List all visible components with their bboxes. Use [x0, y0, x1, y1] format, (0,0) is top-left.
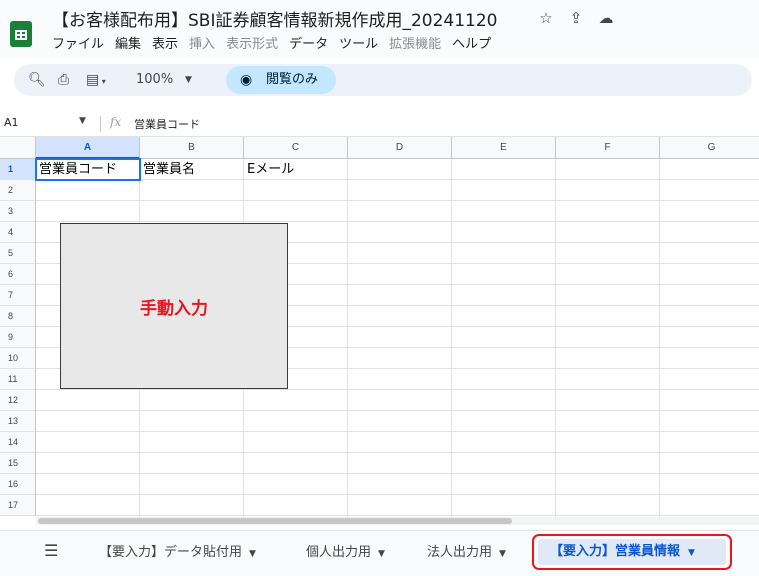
row-header-5[interactable]: 5 — [0, 243, 36, 264]
menu-bar: ファイル 編集 表示 挿入 表示形式 データ ツール 拡張機能 ヘルプ — [52, 33, 502, 52]
chevron-down-icon[interactable]: ▼ — [185, 64, 192, 96]
row-header-13[interactable]: 13 — [0, 411, 36, 432]
sheets-logo-icon[interactable] — [10, 21, 32, 47]
row-header-2[interactable]: 2 — [0, 180, 36, 201]
name-box-dropdown-icon[interactable]: ▼ — [79, 116, 86, 126]
formula-bar: A1 ▼ fx 営業員コード — [0, 111, 759, 137]
sheet-tab-individual[interactable]: 個人出力用 ▼ — [306, 541, 385, 565]
move-to-drive-icon[interactable]: ⇪ — [567, 9, 585, 27]
manual-input-shape[interactable]: 手動入力 — [60, 223, 288, 389]
document-title[interactable]: 【お客様配布用】SBI証券顧客情報新規作成用_20241120 — [52, 6, 498, 31]
search-icon[interactable]: 🔍︎ — [28, 64, 46, 96]
row-header-12[interactable]: 12 — [0, 390, 36, 411]
menu-tools[interactable]: ツール — [339, 33, 378, 52]
selected-cell-outline — [35, 158, 141, 181]
eye-icon: ◉ — [240, 72, 253, 88]
column-header-d[interactable]: D — [348, 137, 452, 159]
row-header-4[interactable]: 4 — [0, 222, 36, 243]
row-header-8[interactable]: 8 — [0, 306, 36, 327]
title-bar: 【お客様配布用】SBI証券顧客情報新規作成用_20241120 ☆ ⇪ ☁ ファ… — [0, 0, 759, 58]
menu-data[interactable]: データ — [289, 33, 328, 52]
star-icon[interactable]: ☆ — [537, 9, 555, 27]
menu-file[interactable]: ファイル — [52, 33, 104, 52]
column-header-c[interactable]: C — [244, 137, 348, 159]
horizontal-scrollbar[interactable] — [36, 517, 759, 525]
active-tab-highlight: 【要入力】営業員情報 ▼ — [532, 534, 732, 570]
sheet-tab-label: 【要入力】データ貼付用 — [99, 545, 243, 560]
name-box[interactable]: A1 — [4, 116, 19, 129]
sheet-tab-label: 個人出力用 — [306, 545, 372, 560]
menu-insert[interactable]: 挿入 — [189, 33, 215, 52]
all-sheets-menu-icon[interactable]: ☰ — [44, 541, 58, 560]
row-header-16[interactable]: 16 — [0, 474, 36, 495]
menu-extensions[interactable]: 拡張機能 — [389, 33, 441, 52]
row-header-7[interactable]: 7 — [0, 285, 36, 306]
row-header-3[interactable]: 3 — [0, 201, 36, 222]
menu-help[interactable]: ヘルプ — [452, 33, 491, 52]
row-header-1[interactable]: 1 — [0, 159, 36, 180]
sheet-tab-label: 【要入力】営業員情報 — [550, 544, 681, 559]
scrollbar-thumb[interactable] — [38, 518, 512, 524]
paint-format-icon[interactable]: ▤ ▾ — [86, 64, 106, 96]
chevron-down-icon[interactable]: ▼ — [378, 549, 385, 559]
fx-icon: fx — [110, 115, 122, 129]
menu-edit[interactable]: 編集 — [115, 33, 141, 52]
row-header-11[interactable]: 11 — [0, 369, 36, 390]
row-header-6[interactable]: 6 — [0, 264, 36, 285]
column-header-f[interactable]: F — [556, 137, 660, 159]
shape-label: 手動入力 — [140, 298, 208, 319]
chevron-down-icon[interactable]: ▼ — [688, 548, 695, 558]
zoom-select[interactable]: 100% — [136, 64, 173, 96]
spreadsheet-grid[interactable]: A B C D E F G 1 2 3 4 5 6 7 8 9 10 11 12… — [0, 137, 759, 525]
cell-b1[interactable]: 営業員名 — [140, 159, 195, 180]
view-only-button[interactable]: ◉ 閲覧のみ — [226, 66, 336, 94]
row-header-9[interactable]: 9 — [0, 327, 36, 348]
toolbar: 🔍︎ ⎙ ▤ ▾ 100% ▼ ◉ 閲覧のみ — [14, 64, 752, 96]
sheet-tab-label: 法人出力用 — [427, 545, 493, 560]
menu-format[interactable]: 表示形式 — [226, 33, 278, 52]
row-header-15[interactable]: 15 — [0, 453, 36, 474]
print-icon[interactable]: ⎙ — [58, 64, 69, 96]
view-only-label: 閲覧のみ — [266, 72, 319, 87]
sheet-tabs-bar: ☰ 【要入力】データ貼付用 ▼ 個人出力用 ▼ 法人出力用 ▼ 【要入力】営業員情報 ▼ — [0, 530, 759, 576]
cell-c1[interactable]: Eメール — [244, 159, 294, 180]
column-header-a[interactable]: A — [36, 137, 140, 159]
column-header-e[interactable]: E — [452, 137, 556, 159]
cloud-status-icon[interactable]: ☁ — [597, 9, 615, 27]
select-all-corner[interactable] — [0, 137, 36, 159]
row-header-14[interactable]: 14 — [0, 432, 36, 453]
sheet-tab-sales-staff[interactable]: 【要入力】営業員情報 ▼ — [538, 539, 726, 565]
menu-view[interactable]: 表示 — [152, 33, 178, 52]
formula-input[interactable]: 営業員コード — [134, 116, 200, 132]
title-icons: ☆ ⇪ ☁ — [537, 9, 615, 27]
chevron-down-icon[interactable]: ▼ — [249, 549, 256, 559]
column-header-g[interactable]: G — [660, 137, 759, 159]
chevron-down-icon[interactable]: ▼ — [499, 549, 506, 559]
column-header-b[interactable]: B — [140, 137, 244, 159]
row-header-10[interactable]: 10 — [0, 348, 36, 369]
row-header-17[interactable]: 17 — [0, 495, 36, 516]
formula-bar-divider — [100, 116, 101, 132]
sheet-tab-data-paste[interactable]: 【要入力】データ貼付用 ▼ — [99, 541, 256, 565]
sheet-tab-corporate[interactable]: 法人出力用 ▼ — [427, 541, 506, 565]
